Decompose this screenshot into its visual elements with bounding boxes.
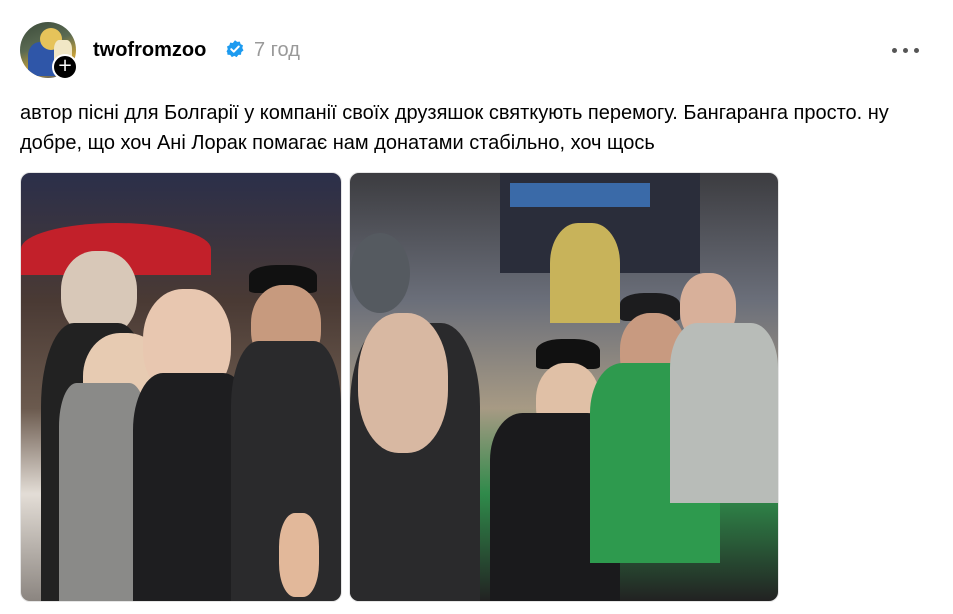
- more-options-icon[interactable]: [888, 38, 924, 62]
- post-caption: автор пісні для Болгарії у компанії свої…: [20, 102, 889, 154]
- post-timestamp[interactable]: 7 год: [254, 38, 300, 62]
- avatar[interactable]: +: [20, 22, 78, 80]
- username-link[interactable]: twofromzoo: [93, 38, 206, 62]
- verified-badge-icon: [226, 40, 244, 58]
- photo-1[interactable]: [20, 172, 342, 602]
- follow-plus-icon[interactable]: +: [52, 54, 78, 80]
- post: + twofromzoo 7 год автор пісні для Болга…: [0, 0, 953, 614]
- photo-2[interactable]: [349, 172, 779, 602]
